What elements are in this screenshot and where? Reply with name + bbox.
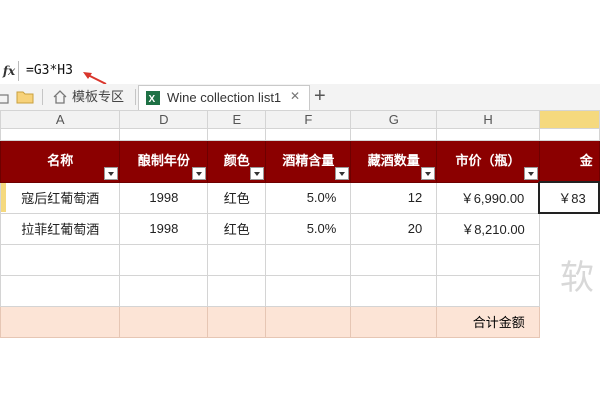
cell[interactable] bbox=[350, 128, 438, 141]
cell-name[interactable]: 寇后红葡萄酒 bbox=[0, 181, 121, 214]
header-amount[interactable]: 金 bbox=[538, 140, 600, 183]
column-header-selected[interactable] bbox=[538, 110, 600, 129]
cell[interactable] bbox=[436, 243, 540, 276]
house-icon bbox=[53, 90, 67, 104]
cell[interactable] bbox=[207, 274, 267, 307]
column-header-f[interactable]: F bbox=[265, 110, 352, 129]
cell-name[interactable]: 拉菲红葡萄酒 bbox=[0, 212, 121, 245]
column-header-e[interactable]: E bbox=[207, 110, 267, 129]
worksheet-table: A D E F G H 名称 酿制年份 颜色 酒精含量 藏酒数量 市价（瓶） 金… bbox=[0, 110, 600, 338]
header-color-label: 颜色 bbox=[223, 153, 250, 169]
cell[interactable] bbox=[119, 274, 209, 307]
folder-icon[interactable] bbox=[16, 90, 34, 104]
filter-dropdown-icon[interactable] bbox=[421, 167, 436, 181]
cell[interactable] bbox=[0, 243, 121, 276]
header-quantity-label: 藏酒数量 bbox=[367, 153, 420, 169]
filter-dropdown-icon[interactable] bbox=[335, 167, 350, 181]
tab-wine-collection[interactable]: X Wine collection list1 bbox=[138, 85, 310, 110]
filter-dropdown-icon[interactable] bbox=[523, 167, 538, 181]
header-amount-label: 金 bbox=[579, 153, 593, 168]
empty-row bbox=[0, 243, 600, 276]
svg-text:X: X bbox=[149, 94, 156, 105]
header-alcohol-label: 酒精含量 bbox=[282, 153, 335, 169]
home-icon[interactable] bbox=[0, 90, 10, 104]
header-name-label: 名称 bbox=[47, 153, 74, 169]
cell[interactable] bbox=[207, 305, 267, 338]
header-vintage[interactable]: 酿制年份 bbox=[119, 140, 209, 183]
filter-dropdown-icon[interactable] bbox=[192, 167, 207, 181]
header-name[interactable]: 名称 bbox=[0, 140, 121, 183]
column-header-h[interactable]: H bbox=[436, 110, 540, 129]
cell[interactable] bbox=[0, 305, 121, 338]
sheet-tab-bar: 模板专区 X Wine collection list1 ✕ + bbox=[0, 84, 600, 111]
cell[interactable] bbox=[436, 128, 540, 141]
cell[interactable] bbox=[0, 274, 121, 307]
header-price-label: 市价（瓶） bbox=[455, 153, 521, 169]
cell[interactable] bbox=[0, 128, 121, 141]
cell[interactable] bbox=[350, 274, 438, 307]
header-price[interactable]: 市价（瓶） bbox=[436, 140, 540, 183]
cell[interactable] bbox=[265, 243, 352, 276]
cell[interactable] bbox=[265, 128, 352, 141]
total-label[interactable]: 合计金额 bbox=[436, 305, 540, 338]
cell[interactable] bbox=[539, 306, 599, 337]
function-icon[interactable]: fx bbox=[0, 61, 19, 81]
header-alcohol[interactable]: 酒精含量 bbox=[265, 140, 352, 183]
tab-label: Wine collection list1 bbox=[167, 90, 282, 105]
cell-alcohol[interactable]: 5.0% bbox=[265, 181, 352, 214]
filter-dropdown-icon[interactable] bbox=[104, 167, 119, 181]
cell-price[interactable]: ￥6,990.00 bbox=[436, 181, 540, 214]
cell[interactable] bbox=[207, 128, 267, 141]
excel-icon: X bbox=[146, 91, 160, 105]
cell-quantity[interactable]: 12 bbox=[350, 181, 438, 214]
header-color[interactable]: 颜色 bbox=[207, 140, 267, 183]
column-header-d[interactable]: D bbox=[119, 110, 209, 129]
column-header-row: A D E F G H bbox=[0, 110, 600, 129]
empty-row bbox=[0, 274, 600, 307]
cell-vintage[interactable]: 1998 bbox=[119, 212, 209, 245]
total-row: 合计金额 bbox=[0, 305, 599, 338]
cell-vintage[interactable]: 1998 bbox=[119, 181, 209, 214]
watermark-text: 软 bbox=[560, 258, 594, 298]
cell[interactable] bbox=[119, 305, 209, 338]
cell[interactable] bbox=[350, 243, 438, 276]
table-header-row: 名称 酿制年份 颜色 酒精含量 藏酒数量 市价（瓶） 金 bbox=[0, 140, 600, 183]
cell[interactable] bbox=[350, 305, 438, 338]
blank-row bbox=[0, 128, 600, 141]
header-quantity[interactable]: 藏酒数量 bbox=[350, 140, 438, 183]
cell[interactable] bbox=[436, 274, 540, 307]
filter-dropdown-icon[interactable] bbox=[250, 167, 265, 181]
cell[interactable] bbox=[119, 128, 209, 141]
cell-amount[interactable] bbox=[539, 213, 599, 244]
cell-color[interactable]: 红色 bbox=[207, 181, 267, 214]
cell-color[interactable]: 红色 bbox=[207, 212, 267, 245]
spreadsheet-grid: A D E F G H 名称 酿制年份 颜色 酒精含量 藏酒数量 市价（瓶） 金… bbox=[0, 110, 600, 338]
template-zone-tab[interactable]: 模板专区 bbox=[52, 87, 132, 107]
cell[interactable] bbox=[538, 128, 600, 141]
cell[interactable] bbox=[119, 243, 209, 276]
cell[interactable] bbox=[265, 305, 352, 338]
column-header-a[interactable]: A bbox=[0, 110, 121, 129]
table-row: 拉菲红葡萄酒 1998 红色 5.0% 20 ￥8,210.00 bbox=[0, 212, 600, 245]
column-header-g[interactable]: G bbox=[350, 110, 438, 129]
template-zone-label: 模板专区 bbox=[72, 89, 125, 104]
cell-price[interactable]: ￥8,210.00 bbox=[436, 212, 540, 245]
new-tab-button[interactable]: + bbox=[314, 84, 326, 108]
cell-alcohol[interactable]: 5.0% bbox=[265, 212, 352, 245]
formula-input[interactable]: =G3*H3 bbox=[26, 62, 73, 80]
selected-cell-amount[interactable]: ￥83 bbox=[538, 181, 600, 214]
close-tab-icon[interactable]: ✕ bbox=[290, 89, 300, 103]
cell[interactable] bbox=[265, 274, 352, 307]
table-row: 寇后红葡萄酒 1998 红色 5.0% 12 ￥6,990.00 ￥83 bbox=[0, 181, 600, 214]
cell[interactable] bbox=[207, 243, 267, 276]
header-vintage-label: 酿制年份 bbox=[137, 153, 190, 169]
cell-quantity[interactable]: 20 bbox=[350, 212, 438, 245]
